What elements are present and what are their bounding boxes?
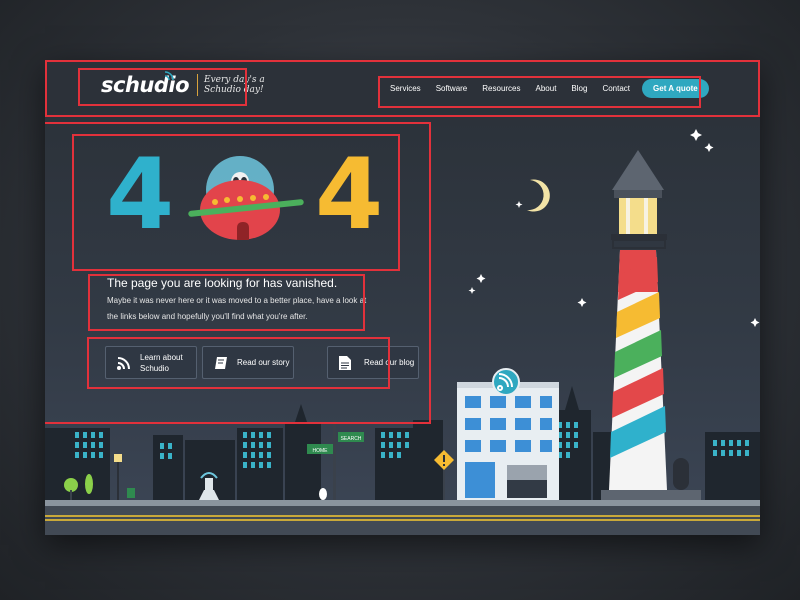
annotation-nav (378, 76, 701, 108)
sign-home: HOME (313, 448, 329, 454)
stars (468, 129, 760, 327)
sign-search: SEARCH (341, 436, 362, 442)
moon (527, 179, 550, 212)
annotation-links (87, 337, 390, 389)
office-building (457, 368, 559, 500)
sidewalk (45, 500, 760, 506)
annotation-logo (78, 68, 247, 106)
lighthouse (601, 150, 701, 500)
annotation-404-graphic (72, 134, 400, 271)
page-frame: SEARCH HOME schudio Every day's a Schudi… (45, 60, 760, 535)
annotation-message (88, 274, 365, 331)
